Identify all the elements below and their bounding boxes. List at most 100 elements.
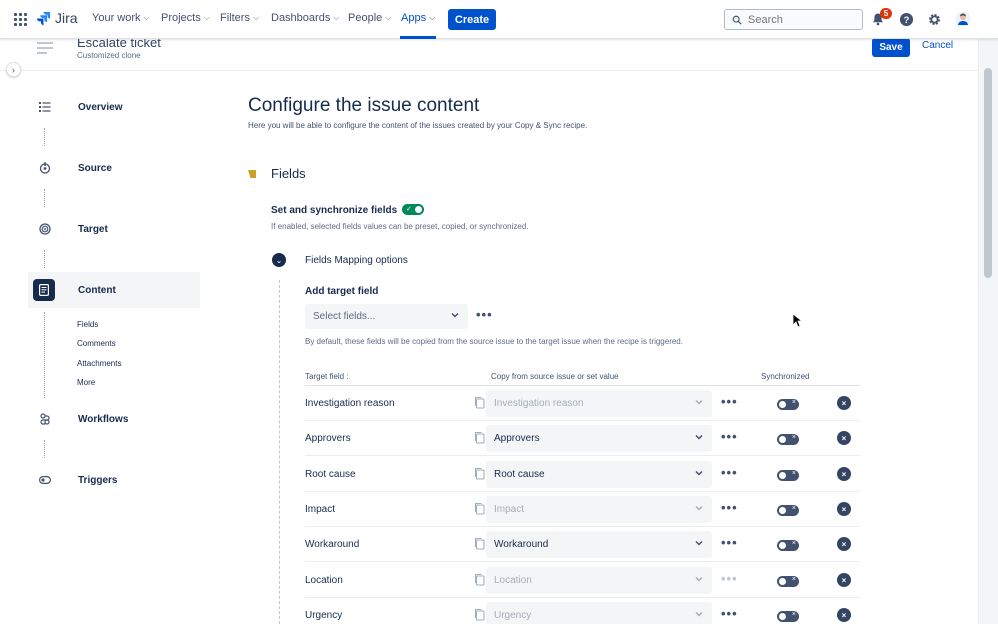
nav-your-work[interactable]: Your work ⌵ (92, 12, 150, 24)
chevron-right-icon: › (12, 64, 15, 75)
synchronized-toggle[interactable]: × (777, 505, 799, 516)
close-icon: × (841, 610, 847, 620)
more-options-icon[interactable]: ••• (721, 465, 738, 480)
more-options-icon[interactable]: ••• (721, 606, 738, 621)
remove-field-button[interactable]: × (837, 537, 851, 551)
synchronized-toggle[interactable]: × (777, 470, 799, 481)
search-box[interactable] (724, 9, 863, 30)
copy-icon[interactable] (473, 537, 485, 550)
app-switcher-icon[interactable] (14, 13, 27, 26)
copy-icon[interactable] (473, 608, 485, 621)
more-options-icon[interactable]: ••• (721, 500, 738, 515)
source-value-select[interactable]: Urgency (486, 602, 712, 624)
more-options-icon[interactable]: ••• (476, 307, 493, 322)
synchronized-toggle[interactable]: × (777, 434, 799, 445)
step-connector (44, 440, 45, 458)
table-row: Investigation reason Investigation reason… (305, 386, 860, 421)
step-triggers[interactable]: Triggers (28, 462, 200, 498)
remove-field-button[interactable]: × (837, 467, 851, 481)
remove-field-button[interactable]: × (837, 608, 851, 622)
sync-fields-toggle[interactable]: ✓ (402, 204, 424, 215)
select-fields-dropdown[interactable]: Select fields... (305, 304, 468, 329)
nav-filters[interactable]: Filters ⌵ (220, 12, 259, 24)
section-title: Fields (271, 166, 306, 181)
chevron-down-icon (694, 468, 704, 481)
more-options-icon[interactable]: ••• (721, 535, 738, 550)
close-icon: × (841, 433, 847, 443)
nav-label: Projects (161, 12, 201, 24)
synchronized-toggle[interactable]: × (777, 576, 799, 587)
profile-avatar (955, 11, 971, 27)
search-input[interactable] (748, 13, 848, 26)
step-content[interactable]: Content (28, 272, 200, 308)
nav-apps[interactable]: Apps ⌵ (401, 12, 435, 24)
collapse-mapping-button[interactable]: ⌄ (272, 253, 286, 267)
cancel-button[interactable]: Cancel (922, 40, 953, 51)
subnav-attachments[interactable]: Attachments (77, 359, 121, 368)
help-button[interactable]: ? (898, 11, 914, 27)
target-field-name: Root cause (305, 469, 356, 480)
chevron-down-icon (694, 538, 704, 551)
synchronized-toggle[interactable]: × (777, 399, 799, 410)
scrollbar[interactable] (978, 39, 998, 624)
jira-logo[interactable]: Jira (36, 10, 78, 26)
step-overview[interactable]: Overview (28, 89, 200, 125)
top-navigation: Jira Your work ⌵ Projects ⌵ Filters ⌵ Dashb… (0, 0, 998, 39)
target-field-name: Urgency (305, 610, 343, 621)
toggle-knob (415, 206, 422, 213)
subnav-fields[interactable]: Fields (77, 320, 98, 329)
synchronized-toggle[interactable]: × (777, 540, 799, 551)
source-value-text: Workaround (494, 539, 549, 550)
subnav-more[interactable]: More (77, 378, 95, 387)
more-options-icon[interactable]: ••• (721, 571, 738, 586)
create-button[interactable]: Create (448, 9, 496, 30)
subnav-comments[interactable]: Comments (77, 339, 116, 348)
copy-icon[interactable] (473, 502, 485, 515)
section-marker-icon (248, 170, 256, 178)
remove-field-button[interactable]: × (837, 431, 851, 445)
remove-field-button[interactable]: × (837, 396, 851, 410)
step-source[interactable]: Source (28, 150, 200, 186)
remove-field-button[interactable]: × (837, 573, 851, 587)
synchronized-toggle[interactable]: × (777, 611, 799, 622)
save-button[interactable]: Save (872, 38, 910, 57)
step-workflows[interactable]: Workflows (28, 401, 200, 437)
step-label: Workflows (78, 413, 129, 425)
nav-dashboards[interactable]: Dashboards ⌵ (271, 12, 339, 24)
step-connector (44, 128, 45, 146)
expand-sidebar-button[interactable]: › (6, 62, 21, 77)
chevron-down-icon (450, 310, 460, 323)
source-value-select[interactable]: Workaround (486, 531, 712, 558)
remove-field-button[interactable]: × (837, 502, 851, 516)
source-value-text: Urgency (494, 610, 532, 621)
copy-icon[interactable] (473, 396, 485, 409)
close-icon: × (841, 504, 847, 514)
copy-icon[interactable] (473, 467, 485, 480)
profile-button[interactable] (955, 11, 971, 27)
copy-icon[interactable] (473, 431, 485, 444)
source-value-select[interactable]: Location (486, 567, 712, 594)
chevron-down-icon: ⌵ (385, 13, 392, 22)
source-value-text: Root cause (494, 469, 545, 480)
nav-people[interactable]: People ⌵ (348, 12, 391, 24)
more-options-icon[interactable]: ••• (721, 429, 738, 444)
scrollbar-thumb[interactable] (984, 68, 992, 278)
page-description: Here you will be able to configure the c… (248, 121, 588, 130)
source-value-select[interactable]: Approvers (486, 425, 712, 452)
step-connector (44, 312, 45, 398)
source-value-select[interactable]: Root cause (486, 461, 712, 488)
copy-icon[interactable] (473, 573, 485, 586)
step-target[interactable]: Target (28, 211, 200, 247)
target-field-name: Investigation reason (305, 398, 395, 409)
nav-projects[interactable]: Projects ⌵ (161, 12, 210, 24)
cross-icon: × (791, 505, 796, 512)
source-value-select[interactable]: Investigation reason (486, 390, 712, 417)
step-label: Content (78, 284, 116, 296)
more-options-icon[interactable]: ••• (721, 394, 738, 409)
source-value-select[interactable]: Impact (486, 496, 712, 523)
help-icon: ? (899, 12, 913, 26)
nav-label: Filters (220, 12, 250, 24)
settings-button[interactable] (926, 11, 942, 27)
toggle-knob (779, 613, 786, 620)
add-field-description: By default, these fields will be copied … (305, 337, 683, 346)
